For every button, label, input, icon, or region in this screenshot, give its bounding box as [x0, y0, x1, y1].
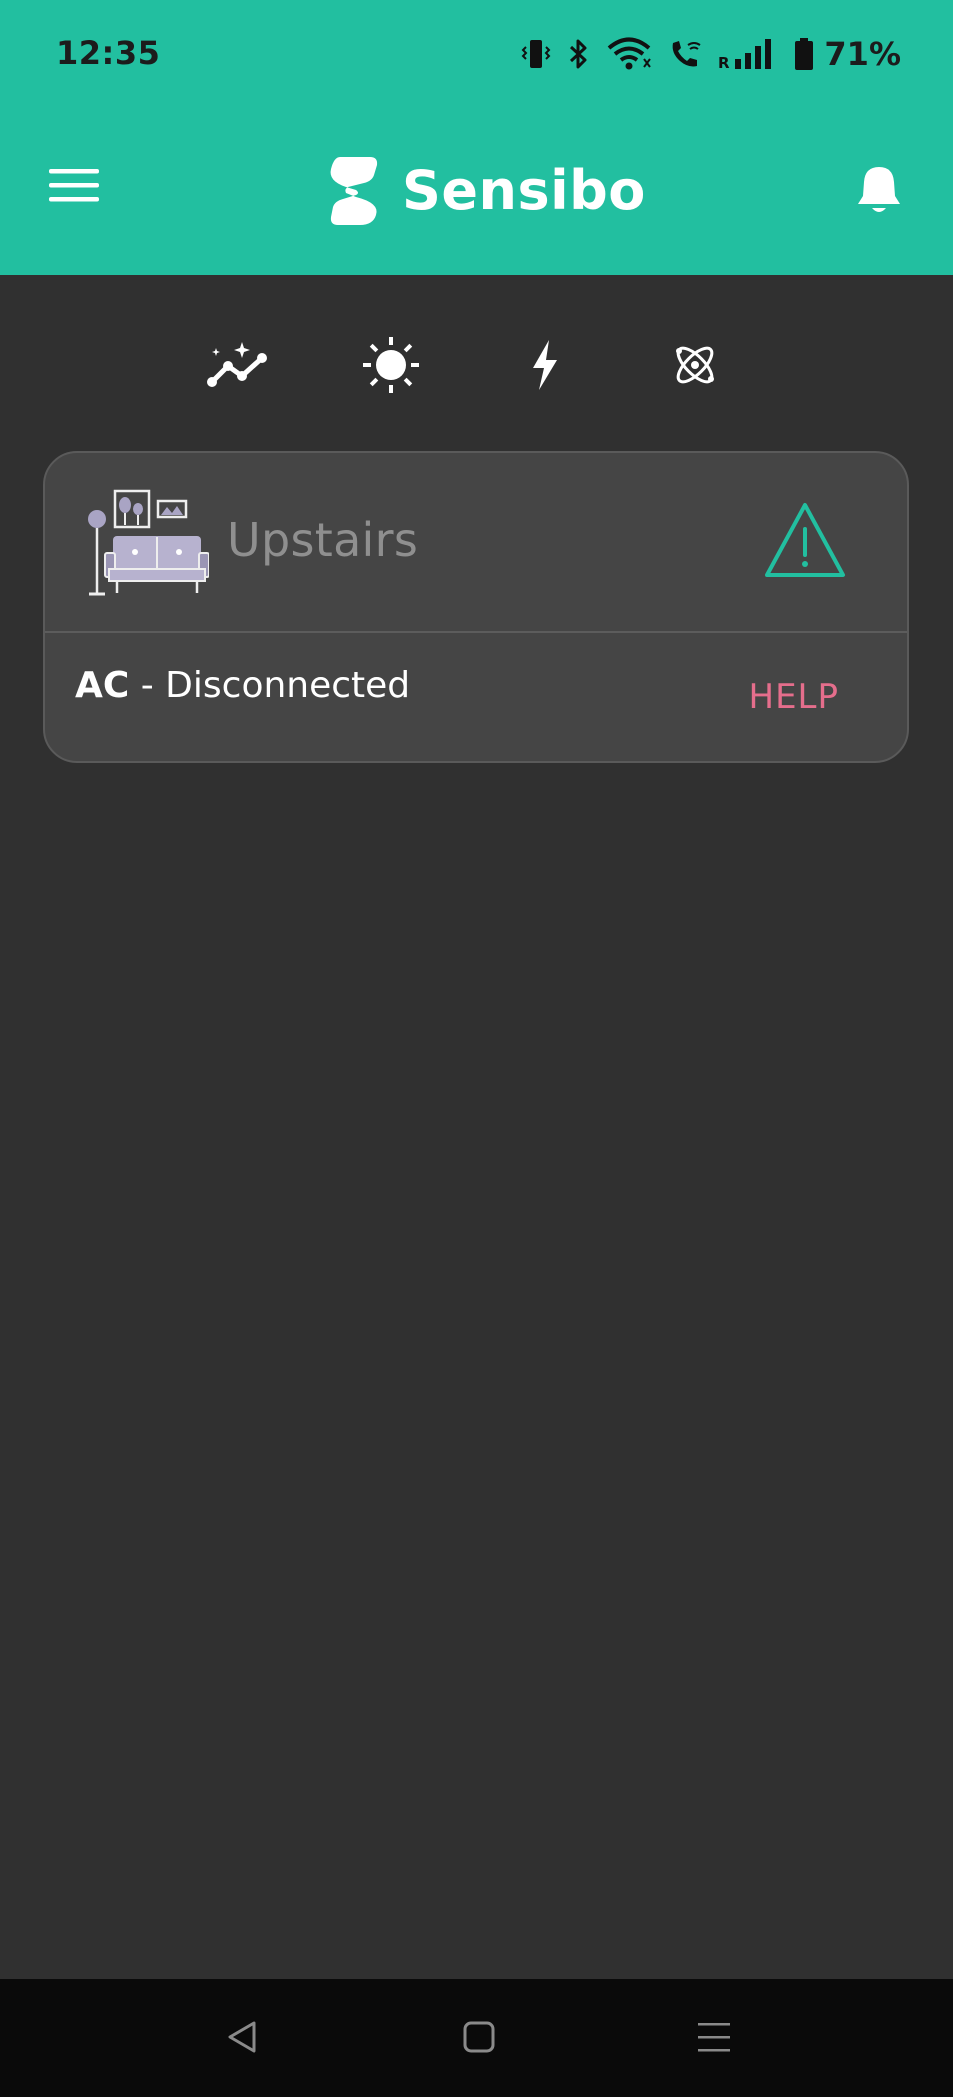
back-button[interactable]: [214, 2009, 270, 2065]
energy-button[interactable]: [510, 330, 580, 400]
device-separator: -: [129, 665, 166, 706]
battery-percentage: 71%: [824, 35, 901, 73]
back-icon: [228, 2021, 256, 2053]
home-icon: [463, 2021, 495, 2053]
device-row: AC - Disconnected HELP: [45, 633, 907, 761]
menu-button[interactable]: [44, 160, 104, 210]
device-name: AC: [75, 665, 130, 706]
sun-icon: [363, 337, 419, 393]
atom-icon: [676, 346, 714, 384]
ai-mode-button[interactable]: [660, 330, 730, 400]
bluetooth-icon: [568, 37, 590, 71]
recents-button[interactable]: [686, 2009, 742, 2065]
system-nav-bar: [0, 1979, 953, 2097]
living-room-illustration-icon: [87, 489, 210, 603]
mode-toolbar: [0, 330, 953, 400]
lightning-icon: [533, 340, 557, 390]
signal-icon: R: [718, 37, 778, 71]
device-status: Disconnected: [165, 665, 411, 706]
sensibo-logo-icon: [330, 157, 378, 225]
room-header[interactable]: Upstairs: [45, 453, 907, 633]
bell-icon: [858, 167, 900, 212]
device-status-line: AC - Disconnected: [75, 665, 410, 706]
room-card: Upstairs AC - Disconnected HELP: [43, 451, 909, 763]
home-button[interactable]: [451, 2009, 507, 2065]
recents-icon: [698, 2023, 730, 2052]
room-name: Upstairs: [227, 513, 419, 567]
app-screen: 12:35 R 71% Sensibo Upstairs AC - Discon…: [0, 0, 953, 2097]
svg-text:R: R: [718, 54, 730, 71]
status-time: 12:35: [56, 34, 161, 72]
sun-mode-button[interactable]: [356, 330, 426, 400]
trend-chart-icon: [207, 342, 267, 387]
notifications-button[interactable]: [849, 160, 909, 220]
wifi-icon: [606, 37, 652, 71]
top-bar: 12:35 R 71% Sensibo: [0, 0, 953, 275]
brand: Sensibo: [326, 150, 646, 230]
brand-name: Sensibo: [402, 158, 646, 222]
climate-react-button[interactable]: [203, 330, 273, 400]
vibrate-icon: [520, 37, 552, 71]
wifi-calling-icon: [668, 37, 702, 71]
hamburger-menu-icon: [49, 169, 99, 202]
warning-icon: [763, 499, 847, 587]
help-button[interactable]: HELP: [749, 677, 840, 717]
status-icons: R 71%: [520, 34, 901, 74]
battery-icon: [794, 37, 814, 71]
